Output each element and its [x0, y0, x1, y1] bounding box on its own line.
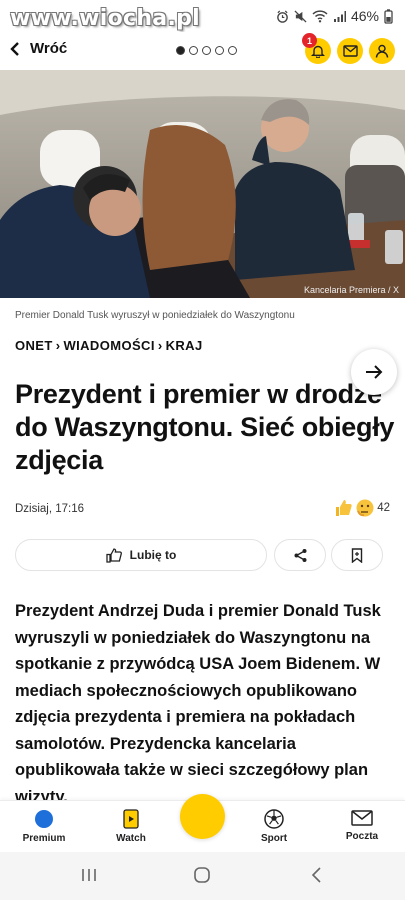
pager-dot	[228, 46, 237, 55]
article-title: Prezydent i premier w drodze do Waszyngt…	[15, 379, 395, 475]
pager-dot	[202, 46, 211, 55]
top-navigation: Wróć 1	[0, 32, 405, 70]
soccer-ball-icon	[264, 809, 284, 829]
home-button[interactable]	[193, 866, 211, 889]
battery-percent: 46%	[350, 8, 379, 24]
tab-premium[interactable]: Premium	[9, 809, 79, 844]
user-icon	[375, 44, 389, 58]
bookmark-icon	[351, 547, 363, 563]
home-icon	[194, 867, 210, 883]
tab-label: Poczta	[345, 831, 379, 842]
watch-icon	[123, 809, 139, 829]
mute-icon	[294, 9, 307, 23]
share-icon	[294, 548, 306, 562]
profile-button[interactable]	[369, 38, 395, 64]
pager-dots	[176, 46, 237, 55]
recent-apps-button[interactable]	[80, 866, 98, 889]
publish-date: Dzisiaj, 17:16	[15, 503, 85, 515]
pager-dot	[189, 46, 198, 55]
top-icons: 1	[302, 33, 395, 64]
photo-credit: Kancelaria Premiera / X	[303, 285, 399, 295]
back-icon	[311, 867, 321, 883]
thumbs-up-emoji-icon	[336, 500, 352, 516]
share-button[interactable]	[274, 539, 326, 571]
notifications-button[interactable]: 1	[302, 33, 331, 64]
pager-dot	[176, 46, 185, 55]
center-action-button[interactable]	[180, 794, 225, 839]
breadcrumb-item[interactable]: KRAJ	[166, 338, 203, 353]
premium-icon	[35, 810, 53, 828]
like-label: Lubię to	[129, 548, 177, 562]
breadcrumb-separator: ›	[157, 338, 163, 353]
mail-icon	[351, 810, 373, 826]
back-label: Wróć	[30, 40, 68, 57]
article-lead: Prezydent Andrzej Duda i premier Donald …	[15, 602, 381, 800]
status-bar: www.wiocha.pl 46%	[0, 0, 405, 32]
bookmark-button[interactable]	[331, 539, 383, 571]
thinking-emoji-icon	[356, 499, 374, 517]
chevron-left-icon	[10, 41, 19, 56]
pager-dot	[215, 46, 224, 55]
tab-watch[interactable]: Watch	[96, 809, 166, 844]
breadcrumb: ONET › WIADOMOŚCI › KRAJ	[15, 338, 203, 353]
reactions[interactable]: 42	[333, 498, 390, 518]
breadcrumb-separator: ›	[55, 338, 61, 353]
like-button[interactable]: Lubię to	[15, 539, 267, 571]
tab-sport[interactable]: Sport	[239, 809, 309, 844]
next-article-button[interactable]	[351, 349, 397, 395]
thumbs-up-icon	[106, 547, 122, 563]
back-button[interactable]: Wróć	[10, 40, 67, 57]
mail-button[interactable]	[337, 38, 363, 64]
alarm-icon	[277, 10, 288, 23]
signal-icon	[333, 10, 346, 22]
tab-label: Premium	[22, 833, 66, 844]
tab-label: Watch	[116, 833, 146, 844]
breadcrumb-item[interactable]: ONET	[15, 338, 53, 353]
status-icons: 46%	[276, 8, 393, 24]
article-photo[interactable]: Kancelaria Premiera / X	[0, 70, 405, 298]
tab-poczta[interactable]: Poczta	[327, 809, 397, 842]
system-navigation-bar	[0, 852, 405, 900]
reactions-count: 42	[377, 502, 390, 514]
notification-badge: 1	[302, 33, 317, 48]
tab-label: Sport	[260, 833, 288, 844]
battery-icon	[384, 8, 393, 24]
arrow-right-icon	[366, 365, 383, 379]
recent-apps-icon	[82, 869, 96, 881]
breadcrumb-item[interactable]: WIADOMOŚCI	[63, 338, 154, 353]
photo-caption: Premier Donald Tusk wyruszył w poniedzia…	[15, 310, 295, 321]
wifi-icon	[312, 9, 328, 22]
photo-illustration	[0, 70, 405, 298]
watermark-logo: www.wiocha.pl	[10, 6, 200, 31]
system-back-button[interactable]	[308, 866, 326, 889]
mail-icon	[342, 45, 358, 57]
action-row: Lubię to	[15, 539, 385, 571]
